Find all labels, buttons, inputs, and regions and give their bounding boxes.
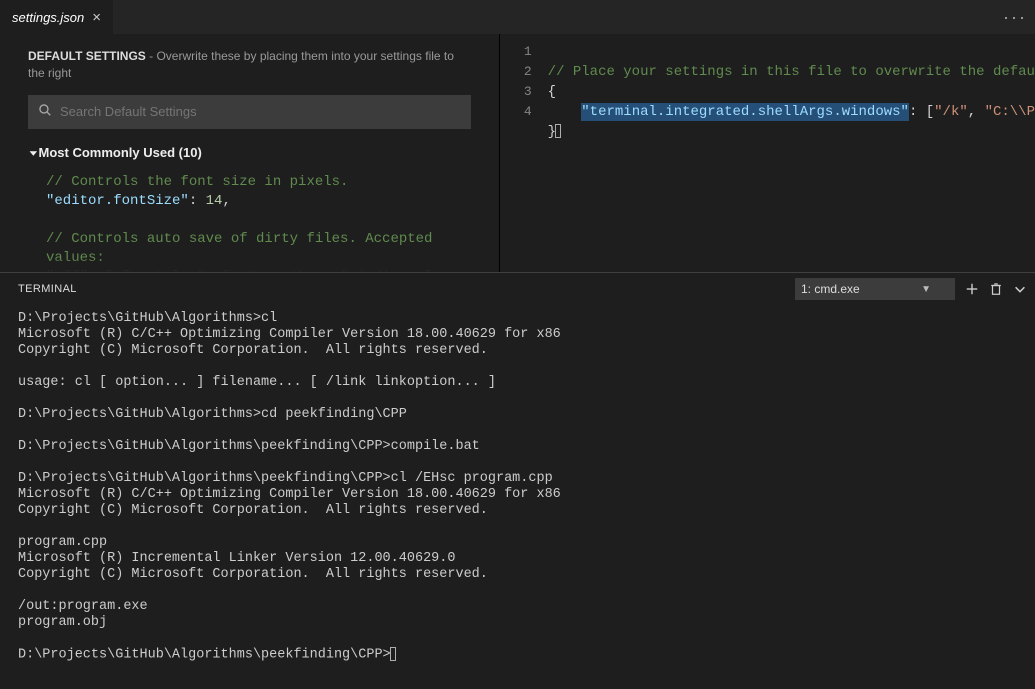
search-icon xyxy=(38,103,52,120)
line-number: 1 xyxy=(500,42,532,62)
terminal-output[interactable]: D:\Projects\GitHub\Algorithms>cl Microso… xyxy=(0,305,1035,689)
terminal-cursor xyxy=(390,647,396,661)
code-sep: : xyxy=(189,193,206,209)
code-arg: "C:\\P xyxy=(985,104,1035,120)
code-comment: // Controls auto save of dirty files. Ac… xyxy=(46,231,432,266)
code-comma: , xyxy=(968,104,985,120)
search-input[interactable] xyxy=(60,104,461,119)
code-value: 14 xyxy=(206,193,223,209)
code-brace: { xyxy=(548,84,556,100)
panel-toggle-icon[interactable] xyxy=(1013,282,1027,296)
line-number: 2 xyxy=(500,62,532,82)
chevron-down-icon: ▼ xyxy=(921,284,931,295)
tab-settings-json[interactable]: settings.json × xyxy=(0,0,113,34)
user-settings-editor[interactable]: 1 2 3 4 // Place your settings in this f… xyxy=(500,34,1035,272)
chevron-down-icon: ▾ xyxy=(30,148,37,158)
terminal-panel: TERMINAL 1: cmd.exe ▼ D:\Projects\GitHub… xyxy=(0,272,1035,689)
kill-terminal-icon[interactable] xyxy=(989,282,1003,296)
code-key: "terminal.integrated.shellArgs.windows" xyxy=(581,104,909,120)
panel-header: TERMINAL 1: cmd.exe ▼ xyxy=(0,273,1035,305)
editors-split: DEFAULT SETTINGS - Overwrite these by pl… xyxy=(0,34,1035,272)
code-key: "editor.fontSize" xyxy=(46,193,189,209)
default-settings-code[interactable]: // Controls the font size in pixels. "ed… xyxy=(0,169,499,272)
text-cursor xyxy=(555,124,561,138)
code-arg: "/k" xyxy=(934,104,968,120)
terminal-select[interactable]: 1: cmd.exe ▼ xyxy=(795,278,955,300)
terminal-select-label: 1: cmd.exe xyxy=(801,282,860,296)
panel-actions: 1: cmd.exe ▼ xyxy=(795,278,1027,300)
tabs-container: settings.json × xyxy=(0,0,113,34)
default-settings-title: DEFAULT SETTINGS xyxy=(28,49,146,63)
code-area[interactable]: // Place your settings in this file to o… xyxy=(548,34,1035,272)
code-comment: // Place your settings in this file to o… xyxy=(548,64,1035,80)
new-terminal-icon[interactable] xyxy=(965,282,979,296)
close-icon[interactable]: × xyxy=(92,10,101,25)
section-most-commonly-used[interactable]: ▾Most Commonly Used (10) xyxy=(0,137,499,169)
terminal-text: D:\Projects\GitHub\Algorithms>cl Microso… xyxy=(18,311,561,663)
search-default-settings[interactable] xyxy=(28,95,471,129)
code-end: , xyxy=(222,193,230,209)
section-label: Most Commonly Used (10) xyxy=(39,145,202,160)
panel-tab-terminal[interactable]: TERMINAL xyxy=(18,283,77,295)
tab-bar: settings.json × ··· xyxy=(0,0,1035,34)
line-number: 3 xyxy=(500,82,532,102)
default-settings-pane: DEFAULT SETTINGS - Overwrite these by pl… xyxy=(0,34,500,272)
default-settings-header: DEFAULT SETTINGS - Overwrite these by pl… xyxy=(0,34,499,93)
code-comment: // Controls the font size in pixels. xyxy=(46,174,348,190)
line-number: 4 xyxy=(500,102,532,122)
tab-label: settings.json xyxy=(12,10,84,25)
code-sep: : [ xyxy=(909,104,934,120)
line-number-gutter: 1 2 3 4 xyxy=(500,34,548,272)
editor-actions-more-icon[interactable]: ··· xyxy=(995,0,1035,34)
